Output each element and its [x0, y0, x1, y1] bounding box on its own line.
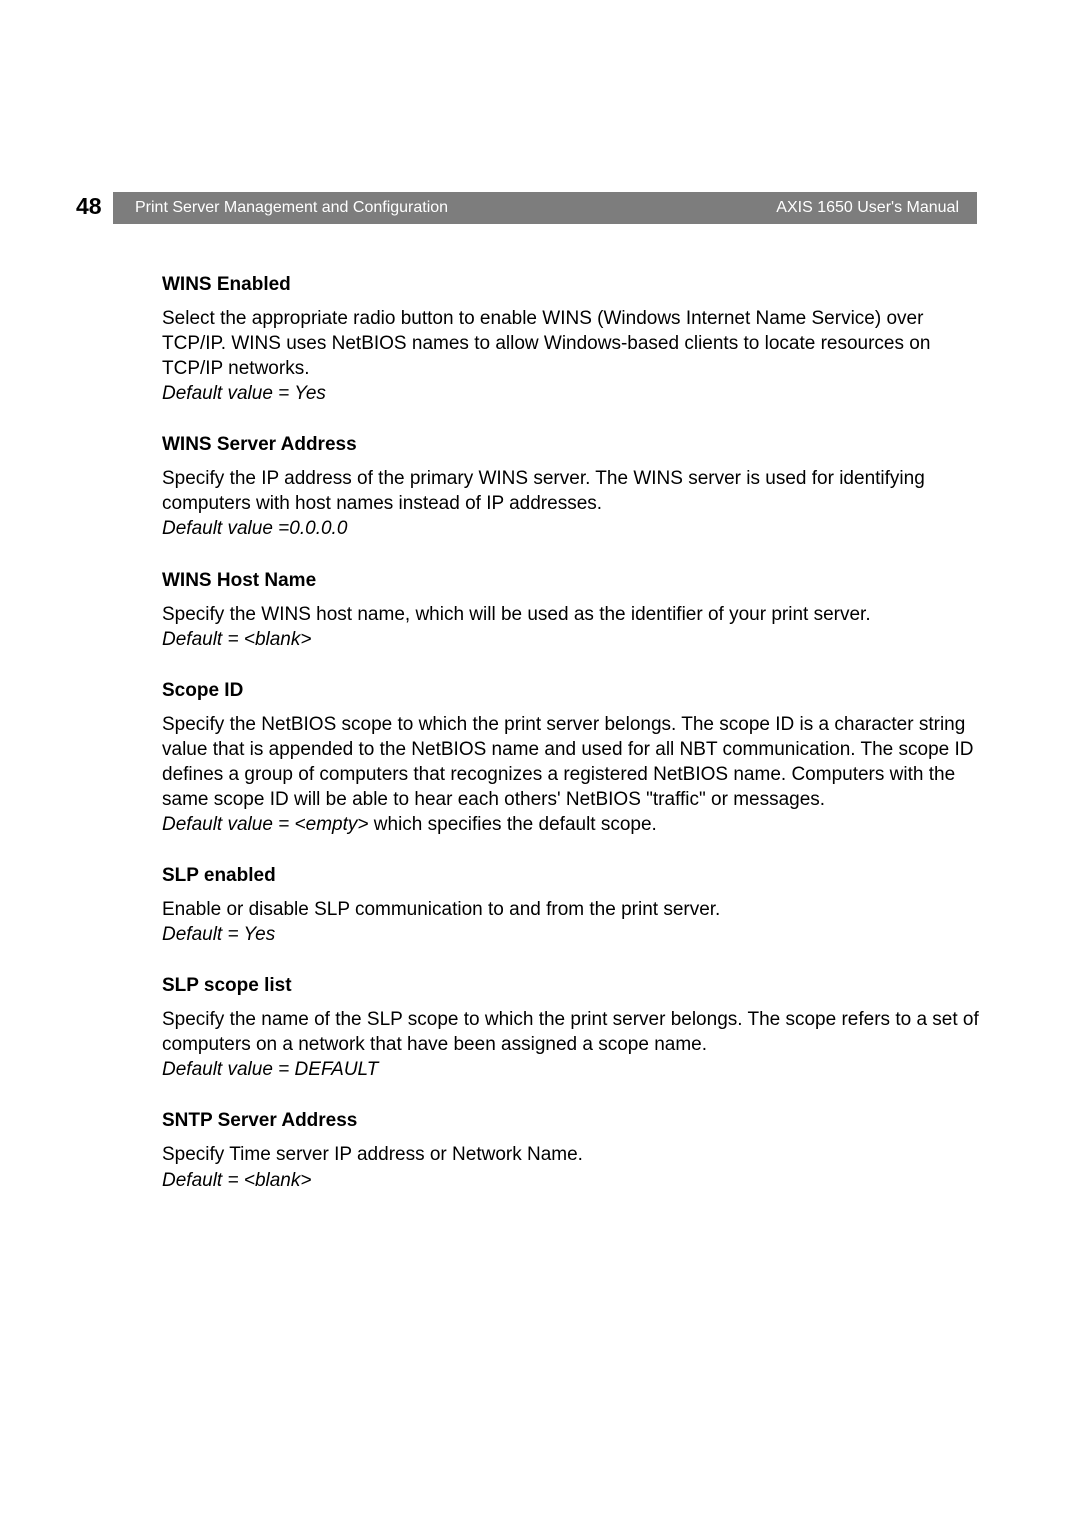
- section-title-slp-enabled: SLP enabled: [162, 865, 980, 887]
- section-body: Specify Time server IP address or Networ…: [162, 1142, 980, 1167]
- header-bar: Print Server Management and Configuratio…: [113, 192, 977, 224]
- section-default: Default = <blank>: [162, 627, 980, 652]
- section-title-wins-enabled: WINS Enabled: [162, 274, 980, 296]
- page-number: 48: [76, 193, 102, 220]
- section-default: Default value = Yes: [162, 381, 980, 406]
- section-title-wins-server-address: WINS Server Address: [162, 434, 980, 456]
- section-body: Specify the NetBIOS scope to which the p…: [162, 712, 980, 812]
- section-default: Default = <blank>: [162, 1168, 980, 1193]
- section-body: Specify the WINS host name, which will b…: [162, 602, 980, 627]
- page: 48 Print Server Management and Configura…: [0, 0, 1080, 1528]
- section-body: Specify the IP address of the primary WI…: [162, 466, 980, 516]
- section-title-wins-host-name: WINS Host Name: [162, 570, 980, 592]
- section-default: Default value =0.0.0.0: [162, 516, 980, 541]
- section-title-scope-id: Scope ID: [162, 680, 980, 702]
- section-title-slp-scope-list: SLP scope list: [162, 975, 980, 997]
- header-right: AXIS 1650 User's Manual: [776, 199, 959, 217]
- content: WINS Enabled Select the appropriate radi…: [162, 274, 980, 1193]
- section-default: Default value = <empty> which specifies …: [162, 812, 980, 837]
- section-title-sntp-server-address: SNTP Server Address: [162, 1110, 980, 1132]
- section-default-prefix: Default value = <empty>: [162, 814, 369, 835]
- section-default: Default value = DEFAULT: [162, 1057, 980, 1082]
- section-body: Select the appropriate radio button to e…: [162, 306, 980, 381]
- section-default-suffix: which specifies the default scope.: [369, 814, 657, 835]
- section-body: Specify the name of the SLP scope to whi…: [162, 1007, 980, 1057]
- section-default: Default = Yes: [162, 922, 980, 947]
- section-body: Enable or disable SLP communication to a…: [162, 897, 980, 922]
- header-left: Print Server Management and Configuratio…: [135, 199, 448, 217]
